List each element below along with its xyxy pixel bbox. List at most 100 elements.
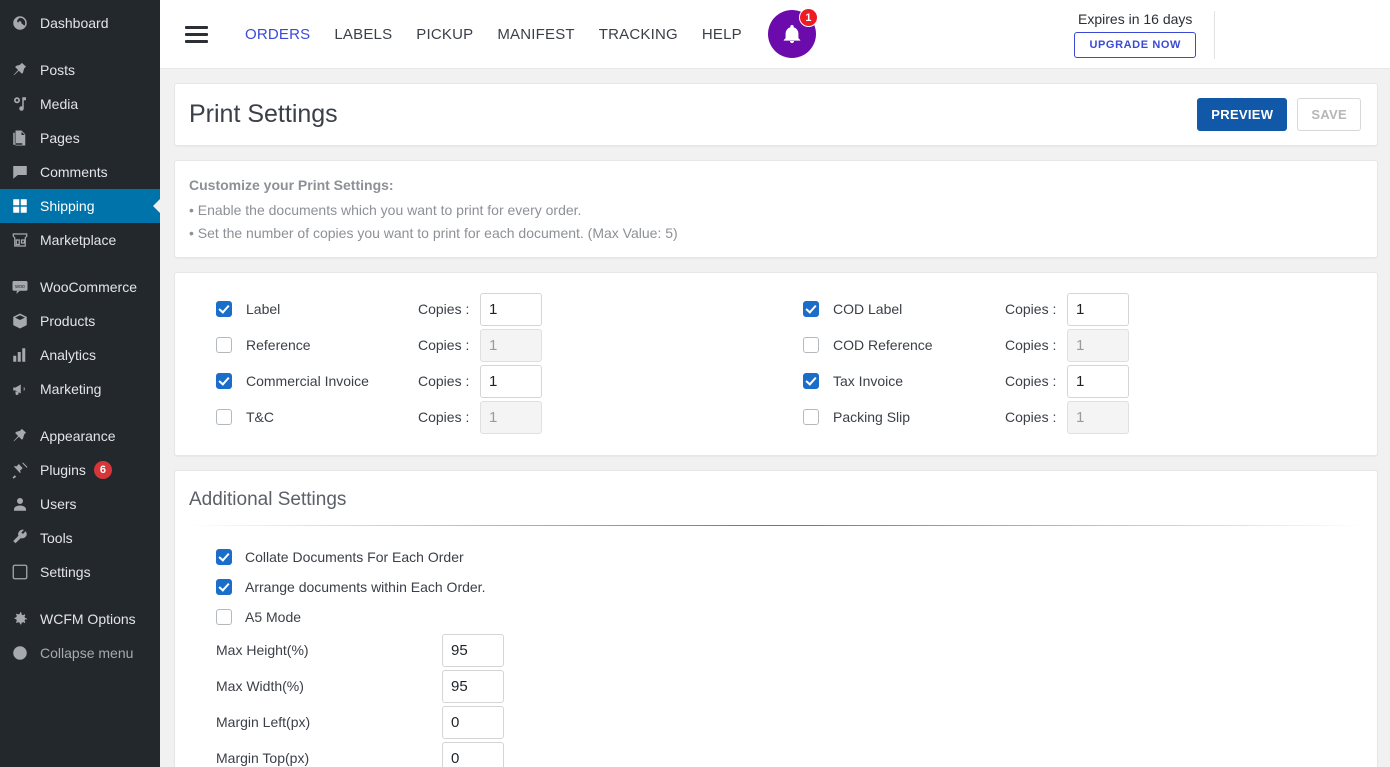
- sidebar-separator: [0, 589, 160, 602]
- sidebar-item-comments[interactable]: Comments: [0, 155, 160, 189]
- copies-label: Copies :: [1005, 301, 1057, 317]
- document-label: Label: [246, 301, 281, 317]
- checkbox-packing-slip[interactable]: [803, 409, 819, 425]
- expires-text: Expires in 16 days: [1078, 11, 1193, 27]
- nav-link-pickup[interactable]: PICKUP: [404, 26, 485, 43]
- sidebar-item-dashboard[interactable]: Dashboard: [0, 6, 160, 40]
- sidebar-item-wcfm-options[interactable]: WCFM Options: [0, 602, 160, 636]
- sidebar-item-plugins[interactable]: Plugins 6: [0, 453, 160, 487]
- sidebar-item-label: Products: [40, 313, 96, 329]
- copies-input-packing-slip[interactable]: [1067, 400, 1129, 434]
- document-row: Reference Copies :: [189, 327, 776, 363]
- sidebar-item-media[interactable]: Media: [0, 87, 160, 121]
- info-line: • Enable the documents which you want to…: [189, 202, 582, 218]
- checkbox-a5-mode[interactable]: [216, 609, 232, 625]
- copies-input-cod-label[interactable]: [1067, 292, 1129, 326]
- copies-input-reference[interactable]: [480, 328, 542, 362]
- sidebar-item-woocommerce[interactable]: woo WooCommerce: [0, 270, 160, 304]
- sidebar-badge: 6: [93, 461, 112, 479]
- additional-checkbox-row: Arrange documents within Each Order.: [189, 572, 1363, 602]
- additional-checkbox-label: Arrange documents within Each Order.: [245, 579, 486, 595]
- copies-input-tax-invoice[interactable]: [1067, 364, 1129, 398]
- info-line: • Set the number of copies you want to p…: [189, 225, 678, 241]
- sidebar-item-products[interactable]: Products: [0, 304, 160, 338]
- document-row: Packing Slip Copies :: [776, 399, 1363, 435]
- field-label: Margin Top(px): [216, 750, 310, 766]
- copies-input-t-c[interactable]: [480, 400, 542, 434]
- sidebar-item-collapse-menu[interactable]: Collapse menu: [0, 636, 160, 670]
- nav-link-tracking[interactable]: TRACKING: [587, 26, 690, 43]
- field-input-max-width[interactable]: [442, 669, 504, 703]
- megaphone-icon: [9, 379, 31, 399]
- document-label: COD Reference: [833, 337, 933, 353]
- nav-link-help[interactable]: HELP: [690, 26, 754, 43]
- copies-label: Copies :: [1005, 337, 1057, 353]
- nav-link-labels[interactable]: LABELS: [322, 26, 404, 43]
- collapse-icon: [9, 643, 31, 663]
- sidebar-item-tools[interactable]: Tools: [0, 521, 160, 555]
- field-input-margin-left-px[interactable]: [442, 705, 504, 739]
- checkbox-tax-invoice[interactable]: [803, 373, 819, 389]
- field-input-margin-top-px[interactable]: [442, 741, 504, 767]
- upgrade-zone: Expires in 16 days UPGRADE NOW: [1074, 0, 1390, 69]
- header-actions: PREVIEW SAVE: [1197, 98, 1361, 131]
- top-navigation-bar: ORDERS LABELS PICKUP MANIFEST TRACKING HELP 1…: [160, 0, 1390, 69]
- sidebar-item-analytics[interactable]: Analytics: [0, 338, 160, 372]
- nav-link-orders[interactable]: ORDERS: [233, 26, 322, 43]
- additional-field-row: Margin Top(px): [189, 740, 1363, 767]
- copies-input-commercial-invoice[interactable]: [480, 364, 542, 398]
- additional-field-row: Max Height(%): [189, 632, 1363, 668]
- sidebar-item-posts[interactable]: Posts: [0, 53, 160, 87]
- preview-button[interactable]: PREVIEW: [1197, 98, 1288, 131]
- sidebar-item-shipping[interactable]: Shipping: [0, 189, 160, 223]
- wrench-icon: [9, 528, 31, 548]
- sidebar-separator: [0, 257, 160, 270]
- field-input-max-height[interactable]: [442, 633, 504, 667]
- additional-checkbox-list: Collate Documents For Each Order Arrange …: [189, 542, 1363, 632]
- copies-label: Copies :: [1005, 373, 1057, 389]
- sidebar-item-label: Appearance: [40, 428, 116, 444]
- copies-input-cod-reference[interactable]: [1067, 328, 1129, 362]
- hamburger-icon[interactable]: [174, 25, 218, 43]
- page-title: Print Settings: [189, 100, 338, 128]
- documents-grid: LabelCopies :ReferenceCopies :Commercial…: [189, 291, 1363, 435]
- document-label: Reference: [246, 337, 311, 353]
- additional-field-list: Max Height(%) Max Width(%) Margin Left(px)…: [189, 632, 1363, 767]
- checkbox-cod-reference[interactable]: [803, 337, 819, 353]
- content-area: Print Settings PREVIEW SAVE Customize yo…: [160, 69, 1390, 767]
- sidebar-item-marketing[interactable]: Marketing: [0, 372, 160, 406]
- notifications-button[interactable]: 1: [767, 8, 818, 58]
- info-title: Customize your Print Settings:: [189, 177, 394, 193]
- checkbox-collate-documents-for-each-order[interactable]: [216, 549, 232, 565]
- pin-icon: [9, 60, 31, 80]
- checkbox-cod-label[interactable]: [803, 301, 819, 317]
- user-icon: [9, 494, 31, 514]
- document-label: Packing Slip: [833, 409, 911, 425]
- checkbox-reference[interactable]: [216, 337, 232, 353]
- sidebar-item-label: Comments: [40, 164, 108, 180]
- dashboard-icon: [9, 13, 31, 33]
- additional-settings-card: Additional Settings Collate Documents Fo…: [174, 470, 1378, 767]
- sidebar-item-marketplace[interactable]: Marketplace: [0, 223, 160, 257]
- sidebar-item-label: Collapse menu: [40, 645, 134, 661]
- document-row: COD Label Copies :: [776, 291, 1363, 327]
- copies-input-label[interactable]: [480, 292, 542, 326]
- upgrade-now-button[interactable]: UPGRADE NOW: [1074, 32, 1196, 58]
- save-button[interactable]: SAVE: [1297, 98, 1361, 131]
- nav-link-manifest[interactable]: MANIFEST: [485, 26, 586, 43]
- document-row: Label Copies :: [189, 291, 776, 327]
- sidebar-item-label: Pages: [40, 130, 80, 146]
- checkbox-arrange-documents-within-each-order[interactable]: [216, 579, 232, 595]
- checkbox-t-c[interactable]: [216, 409, 232, 425]
- documents-right-column: COD LabelCopies :COD ReferenceCopies :Ta…: [776, 291, 1363, 435]
- sidebar-item-pages[interactable]: Pages: [0, 121, 160, 155]
- checkbox-commercial-invoice[interactable]: [216, 373, 232, 389]
- field-label: Max Height(%): [216, 642, 309, 658]
- sidebar-item-settings[interactable]: Settings: [0, 555, 160, 589]
- sidebar-item-appearance[interactable]: Appearance: [0, 419, 160, 453]
- checkbox-label[interactable]: [216, 301, 232, 317]
- sidebar-item-users[interactable]: Users: [0, 487, 160, 521]
- svg-text:woo: woo: [15, 284, 25, 290]
- additional-field-row: Max Width(%): [189, 668, 1363, 704]
- sidebar-separator: [0, 406, 160, 419]
